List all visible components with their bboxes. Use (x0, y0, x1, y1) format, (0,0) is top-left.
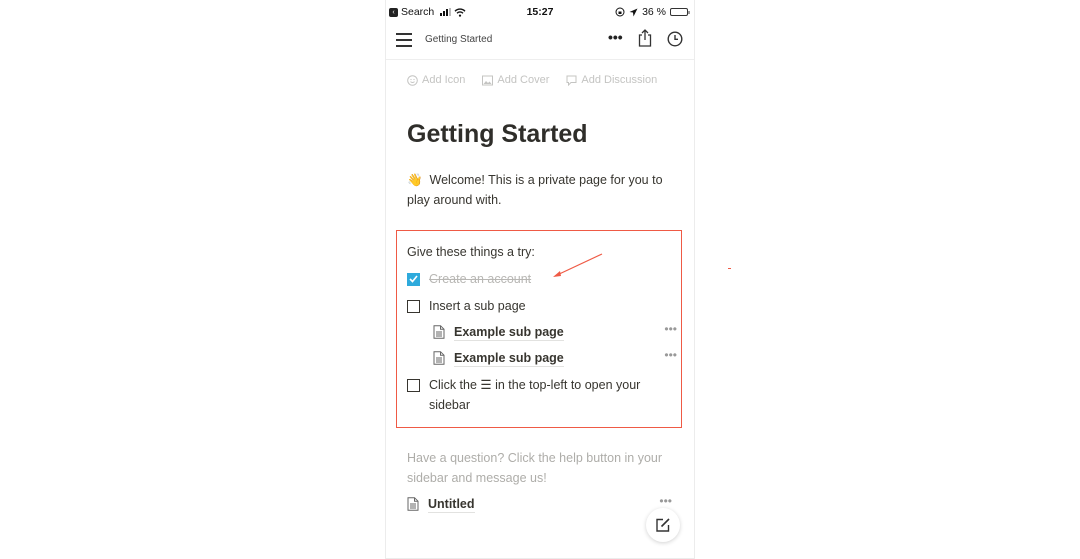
compose-icon (656, 518, 670, 532)
untitled-label: Untitled (428, 496, 475, 513)
welcome-text: Welcome! This is a private page for you … (407, 173, 663, 207)
clock-history-icon[interactable] (667, 31, 683, 47)
location-arrow-icon (629, 8, 638, 16)
page-actions: Add Icon Add Cover Add Discussion (407, 74, 657, 86)
top-navbar: Getting Started ••• (386, 26, 694, 60)
add-discussion-button[interactable]: Add Discussion (566, 74, 657, 86)
add-discussion-label: Add Discussion (581, 74, 658, 86)
help-paragraph[interactable]: Have a question? Click the help button i… (407, 448, 667, 488)
add-icon-label: Add Icon (422, 74, 466, 86)
page-document-icon (407, 497, 419, 511)
new-page-button[interactable] (646, 508, 680, 542)
more-dots-icon[interactable]: ••• (659, 494, 672, 508)
annotation-highlight-box (396, 230, 682, 428)
comment-icon (566, 75, 577, 86)
hamburger-menu-icon[interactable] (396, 33, 412, 47)
waving-hand-icon: 👋 (407, 173, 423, 187)
page-title[interactable]: Getting Started (407, 120, 588, 149)
status-right: 36 % (615, 6, 690, 18)
image-icon (482, 75, 494, 85)
battery-percent: 36 % (642, 6, 666, 18)
nav-page-title: Getting Started (425, 34, 493, 45)
more-dots-icon[interactable]: ••• (608, 29, 623, 45)
orientation-lock-icon (615, 7, 625, 17)
annotation-arrow-icon (553, 253, 603, 277)
battery-icon (670, 8, 690, 16)
status-bar: ‹ Search 15:27 36 % (386, 5, 694, 21)
add-cover-label: Add Cover (497, 74, 550, 86)
add-cover-button[interactable]: Add Cover (482, 74, 549, 86)
add-icon-button[interactable]: Add Icon (407, 74, 465, 86)
smiley-icon (407, 74, 418, 86)
share-icon[interactable] (638, 29, 652, 47)
untitled-page-link[interactable]: Untitled ••• (407, 494, 672, 514)
annotation-mark (728, 268, 731, 269)
welcome-paragraph[interactable]: 👋 Welcome! This is a private page for yo… (407, 170, 683, 210)
